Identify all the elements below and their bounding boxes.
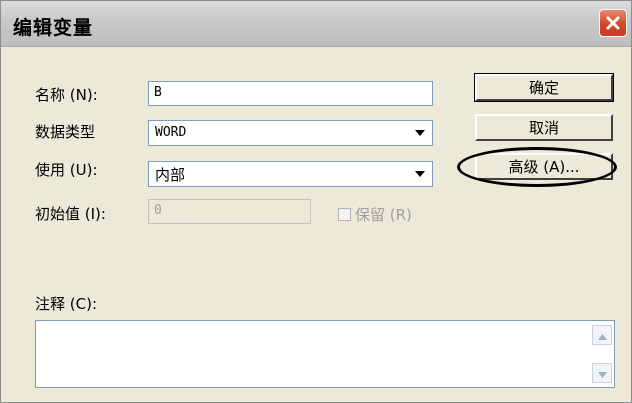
usage-value: 内部 bbox=[155, 166, 186, 184]
dialog-title: 编辑变量 bbox=[13, 17, 94, 39]
datatype-value: WORD bbox=[155, 125, 187, 140]
close-button[interactable] bbox=[599, 9, 627, 37]
chevron-down-icon[interactable] bbox=[410, 123, 430, 143]
chevron-up-icon bbox=[597, 326, 607, 344]
comment-textarea[interactable] bbox=[35, 320, 615, 388]
initial-value-label: 初始值 (I): bbox=[35, 205, 106, 223]
datatype-select[interactable]: WORD bbox=[148, 120, 433, 146]
scroll-down-button[interactable] bbox=[592, 363, 612, 383]
datatype-label: 数据类型 bbox=[35, 123, 96, 141]
name-label: 名称 (N): bbox=[35, 86, 98, 104]
advanced-button[interactable]: 高级 (A)... bbox=[475, 153, 613, 180]
title-bar[interactable]: 编辑变量 bbox=[1, 1, 631, 47]
initial-value-input[interactable]: 0 bbox=[148, 199, 311, 224]
cancel-button[interactable]: 取消 bbox=[475, 114, 613, 141]
retain-checkbox[interactable]: 保留 (R) bbox=[338, 204, 412, 225]
usage-select[interactable]: 内部 bbox=[148, 161, 433, 187]
retain-checkbox-label: 保留 (R) bbox=[355, 206, 412, 224]
retain-checkbox-box[interactable] bbox=[338, 208, 351, 221]
scroll-up-button[interactable] bbox=[592, 325, 612, 345]
chevron-down-icon bbox=[597, 364, 607, 382]
name-input[interactable]: B bbox=[148, 81, 433, 106]
comment-label: 注释 (C): bbox=[35, 295, 97, 313]
close-icon bbox=[605, 15, 621, 31]
usage-label: 使用 (U): bbox=[35, 161, 98, 179]
edit-variable-dialog: 编辑变量 名称 (N): B 数据类型 WORD 使用 (U): 内部 初始值 … bbox=[0, 0, 632, 403]
chevron-down-icon[interactable] bbox=[410, 164, 430, 184]
ok-button[interactable]: 确定 bbox=[474, 73, 614, 102]
